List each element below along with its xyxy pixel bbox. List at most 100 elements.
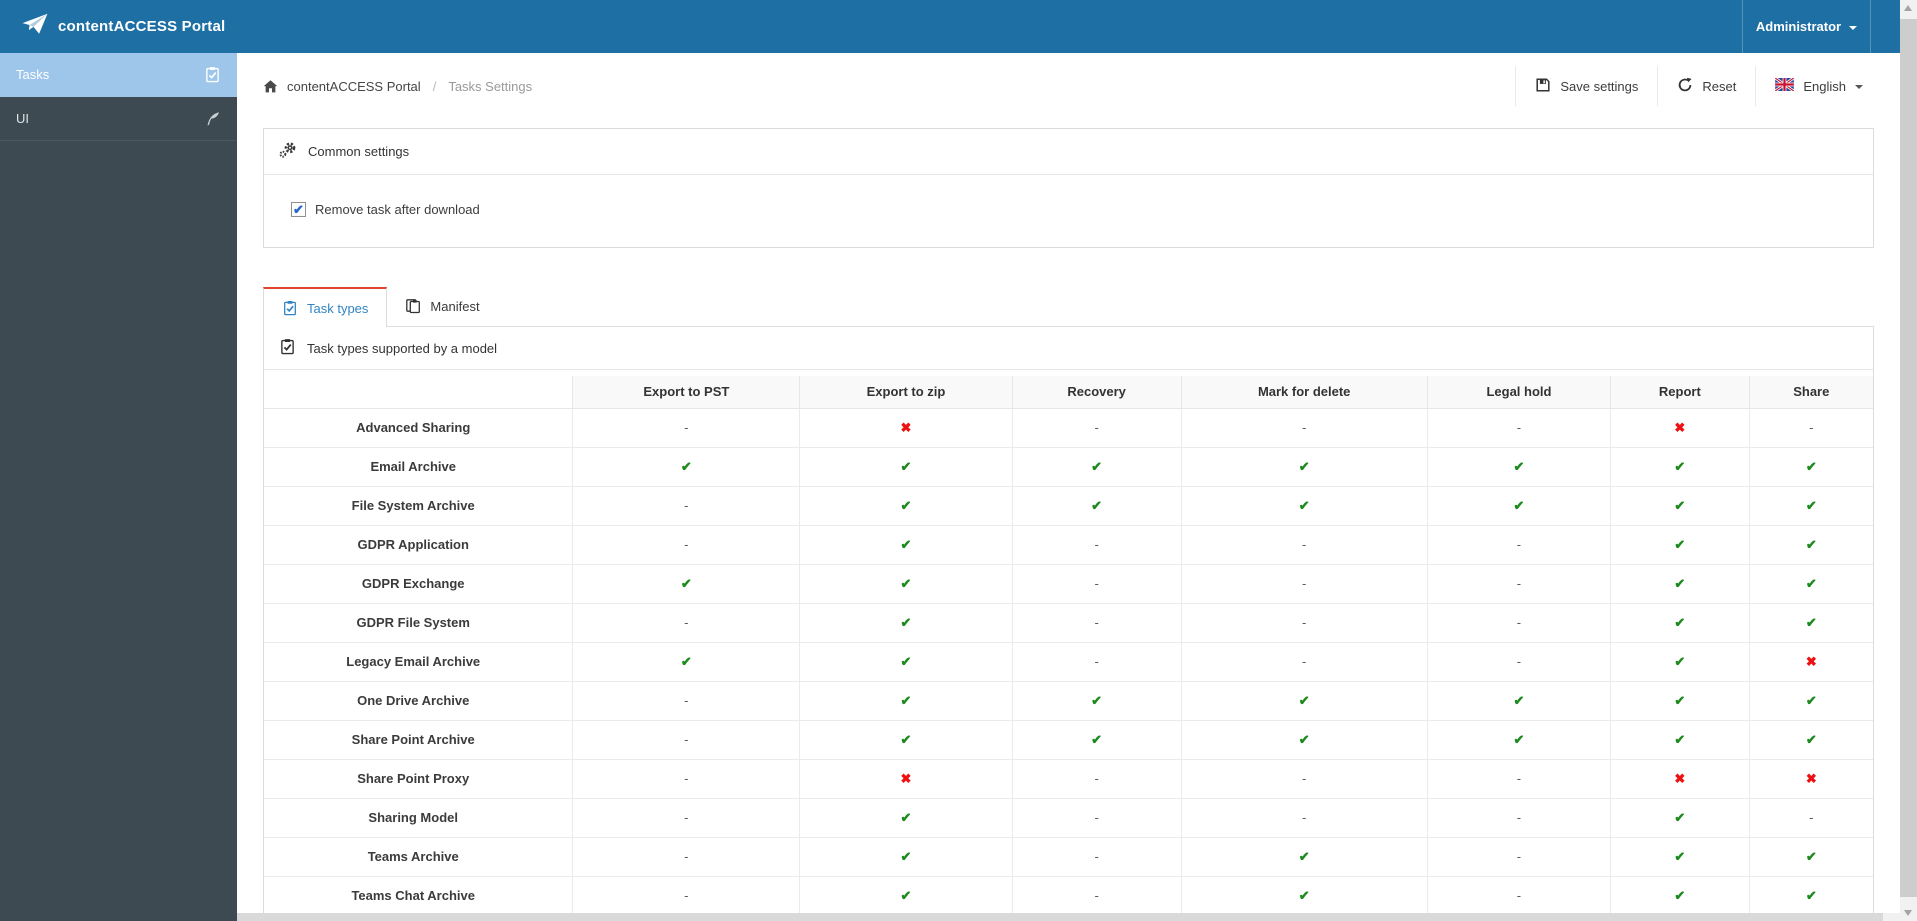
check-icon: ✔ <box>1610 719 1750 760</box>
sidebar-item-ui[interactable]: UI <box>0 97 237 141</box>
table-row: Sharing Model - ✔ - - - ✔ - <box>264 797 1873 838</box>
scroll-up-arrow-icon[interactable] <box>1904 5 1912 11</box>
common-settings-title: Common settings <box>308 144 410 159</box>
save-settings-button[interactable]: Save settings <box>1515 66 1657 106</box>
task-type-label: Share Point Proxy <box>264 758 574 799</box>
check-icon: ✔ <box>1748 875 1873 913</box>
check-icon: ✔ <box>799 719 1013 760</box>
check-icon: ✔ <box>1426 680 1612 721</box>
check-icon: ✔ <box>1011 680 1182 721</box>
breadcrumb-bar: contentACCESS Portal / Tasks Settings Sa… <box>237 53 1900 119</box>
dash-mark: - <box>572 758 801 799</box>
table-row: Share Point Archive - ✔ ✔ ✔ ✔ ✔ ✔ <box>264 719 1873 760</box>
task-types-section-header: Task types supported by a model <box>264 327 1873 370</box>
check-icon: ✔ <box>572 641 801 682</box>
sidebar-item-tasks[interactable]: Tasks <box>0 53 237 97</box>
dash-mark: - <box>1426 797 1612 838</box>
task-types-table: Export to PST Export to zip Recovery Mark f… <box>264 376 1873 913</box>
dash-mark: - <box>1426 758 1612 799</box>
top-header: contentACCESS Portal Administrator <box>0 0 1917 53</box>
check-icon: ✔ <box>1610 524 1750 565</box>
breadcrumb: contentACCESS Portal / Tasks Settings <box>263 53 532 119</box>
dash-mark: - <box>572 407 801 448</box>
table-row: Email Archive ✔ ✔ ✔ ✔ ✔ ✔ ✔ <box>264 446 1873 487</box>
task-type-label: GDPR File System <box>264 602 574 643</box>
dash-mark: - <box>1180 524 1428 565</box>
cross-icon: ✖ <box>1748 641 1873 682</box>
check-icon: ✔ <box>799 875 1013 913</box>
column-header: Mark for delete <box>1180 376 1428 409</box>
check-icon: ✔ <box>572 446 801 487</box>
refresh-icon <box>1677 77 1693 96</box>
check-icon: ✔ <box>1748 719 1873 760</box>
reset-label: Reset <box>1702 78 1737 94</box>
scroll-down-arrow-icon[interactable] <box>1904 910 1912 916</box>
check-icon: ✔ <box>799 602 1013 643</box>
dash-mark: - <box>1748 797 1873 838</box>
vertical-scrollbar-thumb[interactable] <box>1900 19 1917 897</box>
dash-mark: - <box>1011 875 1182 913</box>
check-icon: ✔ <box>1748 446 1873 487</box>
vertical-scrollbar[interactable] <box>1900 0 1917 921</box>
table-body: Advanced Sharing - ✖ - - - ✖ - Email Archive ✔ ✔ ✔ ✔… <box>264 407 1873 913</box>
check-icon: ✔ <box>1748 485 1873 526</box>
sidebar-item-label: Tasks <box>16 67 50 82</box>
horizontal-scrollbar[interactable] <box>237 913 1900 921</box>
column-header: Share <box>1748 376 1873 409</box>
task-type-label: GDPR Application <box>264 524 574 565</box>
check-icon: ✔ <box>1180 875 1428 913</box>
dash-mark: - <box>572 680 801 721</box>
tab-manifest[interactable]: Manifest <box>387 286 497 326</box>
check-icon: ✔ <box>1180 719 1428 760</box>
remove-task-checkbox[interactable]: ✔ <box>291 202 306 217</box>
check-icon: ✔ <box>1610 446 1750 487</box>
check-icon: ✔ <box>1748 563 1873 604</box>
check-icon: ✔ <box>1426 485 1612 526</box>
check-icon: ✔ <box>1610 836 1750 877</box>
remove-task-checkbox-label[interactable]: Remove task after download <box>315 202 480 217</box>
dash-mark: - <box>1011 836 1182 877</box>
check-icon: ✔ <box>1748 524 1873 565</box>
dash-mark: - <box>1426 407 1612 448</box>
tab-task-types[interactable]: Task types <box>263 287 388 327</box>
column-header: Export to zip <box>799 376 1013 409</box>
check-icon: ✔ <box>799 797 1013 838</box>
cross-icon: ✖ <box>1610 407 1750 448</box>
task-type-label: File System Archive <box>264 485 574 526</box>
dash-mark: - <box>1426 602 1612 643</box>
dash-mark: - <box>1180 797 1428 838</box>
table-row: Teams Chat Archive - ✔ - ✔ - ✔ ✔ <box>264 875 1873 913</box>
dash-mark: - <box>1011 602 1182 643</box>
breadcrumb-current: Tasks Settings <box>448 78 533 94</box>
dash-mark: - <box>1011 758 1182 799</box>
dash-mark: - <box>1011 407 1182 448</box>
check-icon: ✔ <box>799 563 1013 604</box>
dash-mark: - <box>572 602 801 643</box>
breadcrumb-root-link[interactable]: contentACCESS Portal <box>287 79 421 94</box>
check-icon: ✔ <box>1011 485 1182 526</box>
language-button[interactable]: English <box>1755 66 1882 106</box>
caret-down-icon <box>1849 25 1858 30</box>
dash-mark: - <box>1180 641 1428 682</box>
sidebar-item-label: UI <box>16 111 29 126</box>
dash-mark: - <box>572 485 801 526</box>
feather-icon <box>205 111 221 127</box>
dash-mark: - <box>572 797 801 838</box>
dash-mark: - <box>1180 602 1428 643</box>
column-header-empty <box>264 376 574 409</box>
table-row: Teams Archive - ✔ - ✔ - ✔ ✔ <box>264 836 1873 877</box>
task-type-label: Email Archive <box>264 446 574 487</box>
reset-button[interactable]: Reset <box>1657 66 1755 106</box>
horizontal-scrollbar-thumb[interactable] <box>237 913 1884 921</box>
check-icon: ✔ <box>1180 836 1428 877</box>
user-menu-button[interactable]: Administrator <box>1742 0 1871 53</box>
clipboards-copy-icon <box>405 298 421 314</box>
task-type-label: One Drive Archive <box>264 680 574 721</box>
table-row: File System Archive - ✔ ✔ ✔ ✔ ✔ ✔ <box>264 485 1873 526</box>
dash-mark: - <box>1011 641 1182 682</box>
dash-mark: - <box>1180 758 1428 799</box>
language-label: English <box>1803 78 1846 94</box>
check-icon: ✔ <box>1610 875 1750 913</box>
home-icon[interactable] <box>263 79 278 94</box>
dash-mark: - <box>1748 407 1873 448</box>
